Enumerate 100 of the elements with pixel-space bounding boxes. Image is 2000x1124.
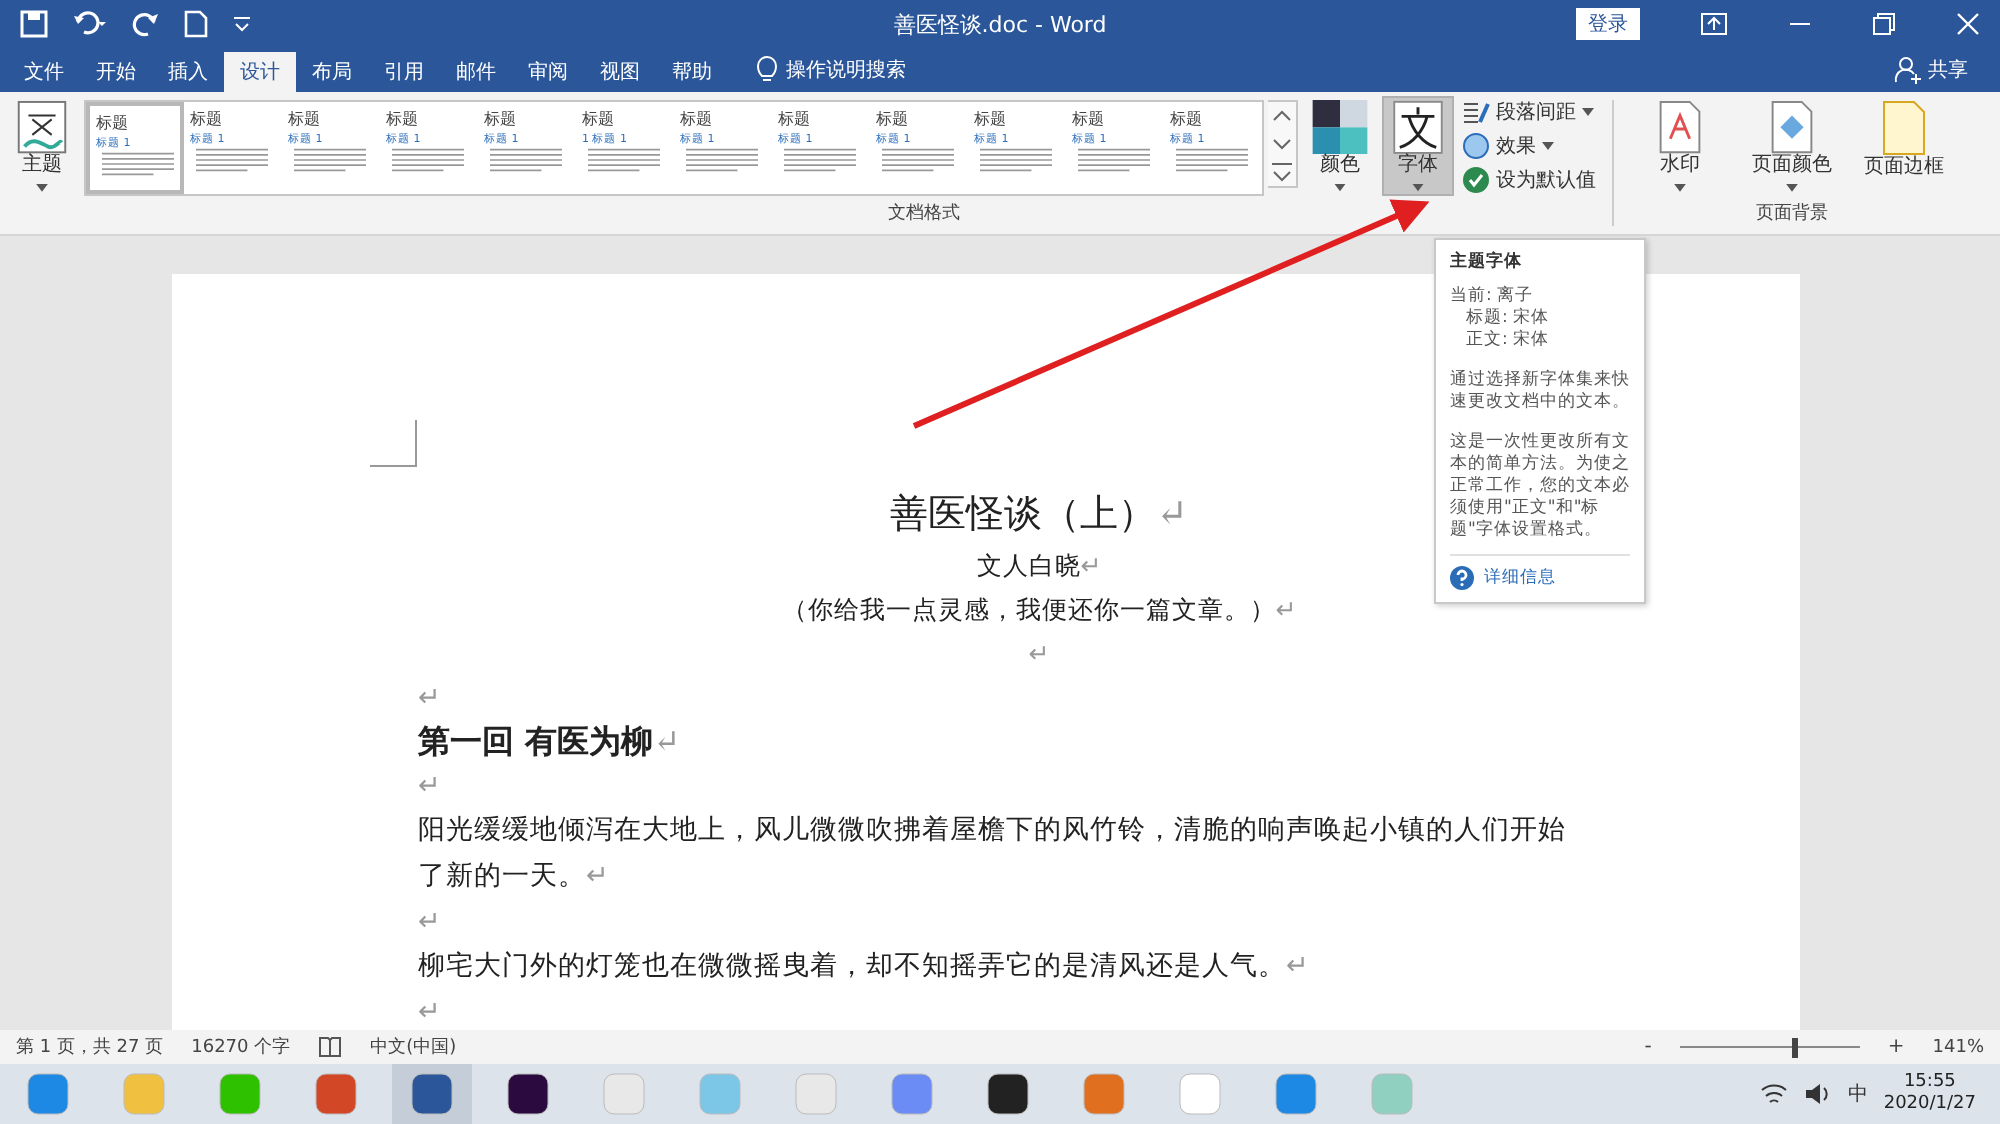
zoom-slider-thumb[interactable] <box>1791 1037 1798 1057</box>
paragraph-mark: ↵ <box>418 682 441 714</box>
ribbon-tab[interactable]: 插入 <box>152 52 224 92</box>
language-indicator[interactable]: 中文(中国) <box>370 1034 457 1060</box>
ribbon-small-button[interactable]: 段落间距 <box>1458 96 1600 128</box>
theme-icon <box>16 100 68 155</box>
dropdown-caret-icon[interactable] <box>232 16 252 32</box>
circle-icon <box>1462 132 1490 160</box>
document-text: 文人白晓↵ <box>976 550 1102 580</box>
ribbon-display-icon[interactable] <box>1700 12 1728 36</box>
text-lines-drawing <box>778 148 862 172</box>
undo-icon[interactable] <box>72 10 108 38</box>
clock-time[interactable]: 15:55 <box>1903 1072 1956 1094</box>
ribbon-tab[interactable]: 设计 <box>224 52 296 92</box>
app-tile-icon[interactable] <box>1082 1072 1126 1116</box>
app-tile-icon[interactable] <box>218 1072 262 1116</box>
save-icon[interactable] <box>20 10 48 38</box>
paragraph-mark: ↵ <box>418 996 441 1028</box>
text-lines-drawing <box>680 148 764 172</box>
person-add-icon[interactable] <box>1894 56 1922 84</box>
ribbon-tab[interactable]: 审阅 <box>512 52 584 92</box>
input-method-indicator[interactable]: 中 <box>1847 1080 1868 1108</box>
clock-date[interactable]: 2020/1/27 <box>1883 1094 1976 1116</box>
thumbnail-title: 标题 <box>876 108 910 130</box>
app-tile-icon[interactable] <box>1178 1072 1222 1116</box>
app-tile-icon[interactable] <box>506 1072 550 1116</box>
zoom-in-button[interactable]: + <box>1887 1036 1905 1058</box>
text-lines-drawing <box>484 148 568 172</box>
sign-in-button[interactable]: 登录 <box>1576 8 1640 40</box>
page-background-button[interactable]: 页面边框 <box>1850 96 1958 196</box>
text-lines-drawing <box>288 148 372 172</box>
app-tile-icon[interactable] <box>986 1072 1030 1116</box>
app-tile-icon[interactable] <box>890 1072 934 1116</box>
text-lines-drawing <box>974 148 1058 172</box>
text-lines-drawing <box>876 148 960 172</box>
page-icon <box>1658 100 1702 155</box>
checkmark-icon <box>1462 166 1490 194</box>
ribbon-tab[interactable]: 邮件 <box>440 52 512 92</box>
margin-corner-mark <box>370 420 418 468</box>
thumbnail-title: 标题 <box>1072 108 1106 130</box>
paragraph-mark: ↵ <box>418 906 441 938</box>
ribbon-small-button[interactable]: 设为默认值 <box>1458 164 1600 196</box>
document-text: 阳光缓缓地倾泻在大地上，风儿微微吹拂着屋檐下的风竹铃，清脆的响声唤起小镇的人们开始了新的一天。↵ <box>418 814 1566 892</box>
text-lines-drawing <box>96 152 180 176</box>
page-icon <box>1770 100 1814 155</box>
app-tile-icon[interactable] <box>1370 1072 1414 1116</box>
thumbnail-title: 标题 <box>386 108 420 130</box>
colors-button[interactable]: 颜色 <box>1302 96 1378 196</box>
thumbnail-title: 标题 <box>288 108 322 130</box>
speaker-icon[interactable] <box>1803 1082 1832 1106</box>
document-text: （你给我一点灵感，我便还你一篇文章。）↵ <box>781 594 1297 624</box>
tooltip-text: 当前: 离子 <box>1450 286 1536 307</box>
app-tile-icon[interactable] <box>314 1072 358 1116</box>
ribbon-tab[interactable]: 布局 <box>296 52 368 92</box>
share-button[interactable]: 共享 <box>1928 56 1968 84</box>
ribbon-tab[interactable]: 帮助 <box>656 52 728 92</box>
page-background-button[interactable]: 水印 <box>1626 96 1734 196</box>
proofing-book-icon[interactable] <box>318 1036 343 1058</box>
new-document-icon[interactable] <box>184 10 208 38</box>
more-icon[interactable] <box>1268 158 1296 186</box>
fonts-button[interactable]: 字体 <box>1382 96 1454 196</box>
tell-me-search[interactable]: 操作说明搜索 <box>786 56 906 84</box>
app-tile-icon[interactable] <box>794 1072 838 1116</box>
app-tile-icon[interactable] <box>122 1072 166 1116</box>
tooltip-text: 标题: 宋体 <box>1464 308 1552 329</box>
restore-icon[interactable] <box>1872 12 1896 36</box>
thumbnail-title: 标题 <box>582 108 616 130</box>
zoom-level[interactable]: 141% <box>1932 1037 1984 1057</box>
lightbulb-icon <box>756 56 778 84</box>
ribbon-small-button[interactable]: 效果 <box>1458 130 1600 162</box>
app-tile-icon[interactable] <box>410 1072 454 1116</box>
wifi-icon[interactable] <box>1759 1082 1788 1106</box>
caret-icon <box>1334 184 1346 192</box>
close-icon[interactable] <box>1956 12 1980 36</box>
ribbon-tab[interactable]: 视图 <box>584 52 656 92</box>
thumbnail-title: 标题 <box>680 108 714 130</box>
caret-icon <box>1412 184 1424 192</box>
page-icon <box>1882 100 1926 156</box>
page-background-button[interactable]: 页面颜色 <box>1738 96 1846 196</box>
app-tile-icon[interactable] <box>698 1072 742 1116</box>
ribbon-tab[interactable]: 引用 <box>368 52 440 92</box>
caret-icon <box>1582 108 1594 116</box>
group-label: 页面背景 <box>1754 201 1830 226</box>
tooltip-text: 这是一次性更改所有文本的简单方法。为使之正常工作，您的文本必须使用"正文"和"标题"字体设置格式。 <box>1450 432 1630 542</box>
more-info-link[interactable]: 详细信息 <box>1484 567 1556 589</box>
text-lines-drawing <box>1170 148 1254 172</box>
paragraph-mark: ↵ <box>418 770 441 802</box>
zoom-out-button[interactable]: - <box>1644 1036 1652 1058</box>
text-lines-drawing <box>582 148 666 172</box>
ribbon-tab[interactable]: 开始 <box>80 52 152 92</box>
group-label: 文档格式 <box>886 201 962 226</box>
themes-button[interactable]: 主题 <box>8 96 76 196</box>
app-tile-icon[interactable] <box>602 1072 646 1116</box>
caret-icon <box>1674 184 1686 192</box>
app-tile-icon[interactable] <box>1274 1072 1318 1116</box>
page-count: 第 1 页，共 27 页 <box>16 1035 164 1060</box>
caret-icon <box>1542 142 1554 150</box>
app-tile-icon[interactable] <box>26 1072 70 1116</box>
redo-icon[interactable] <box>132 10 160 38</box>
ribbon-tab[interactable]: 文件 <box>8 52 80 92</box>
